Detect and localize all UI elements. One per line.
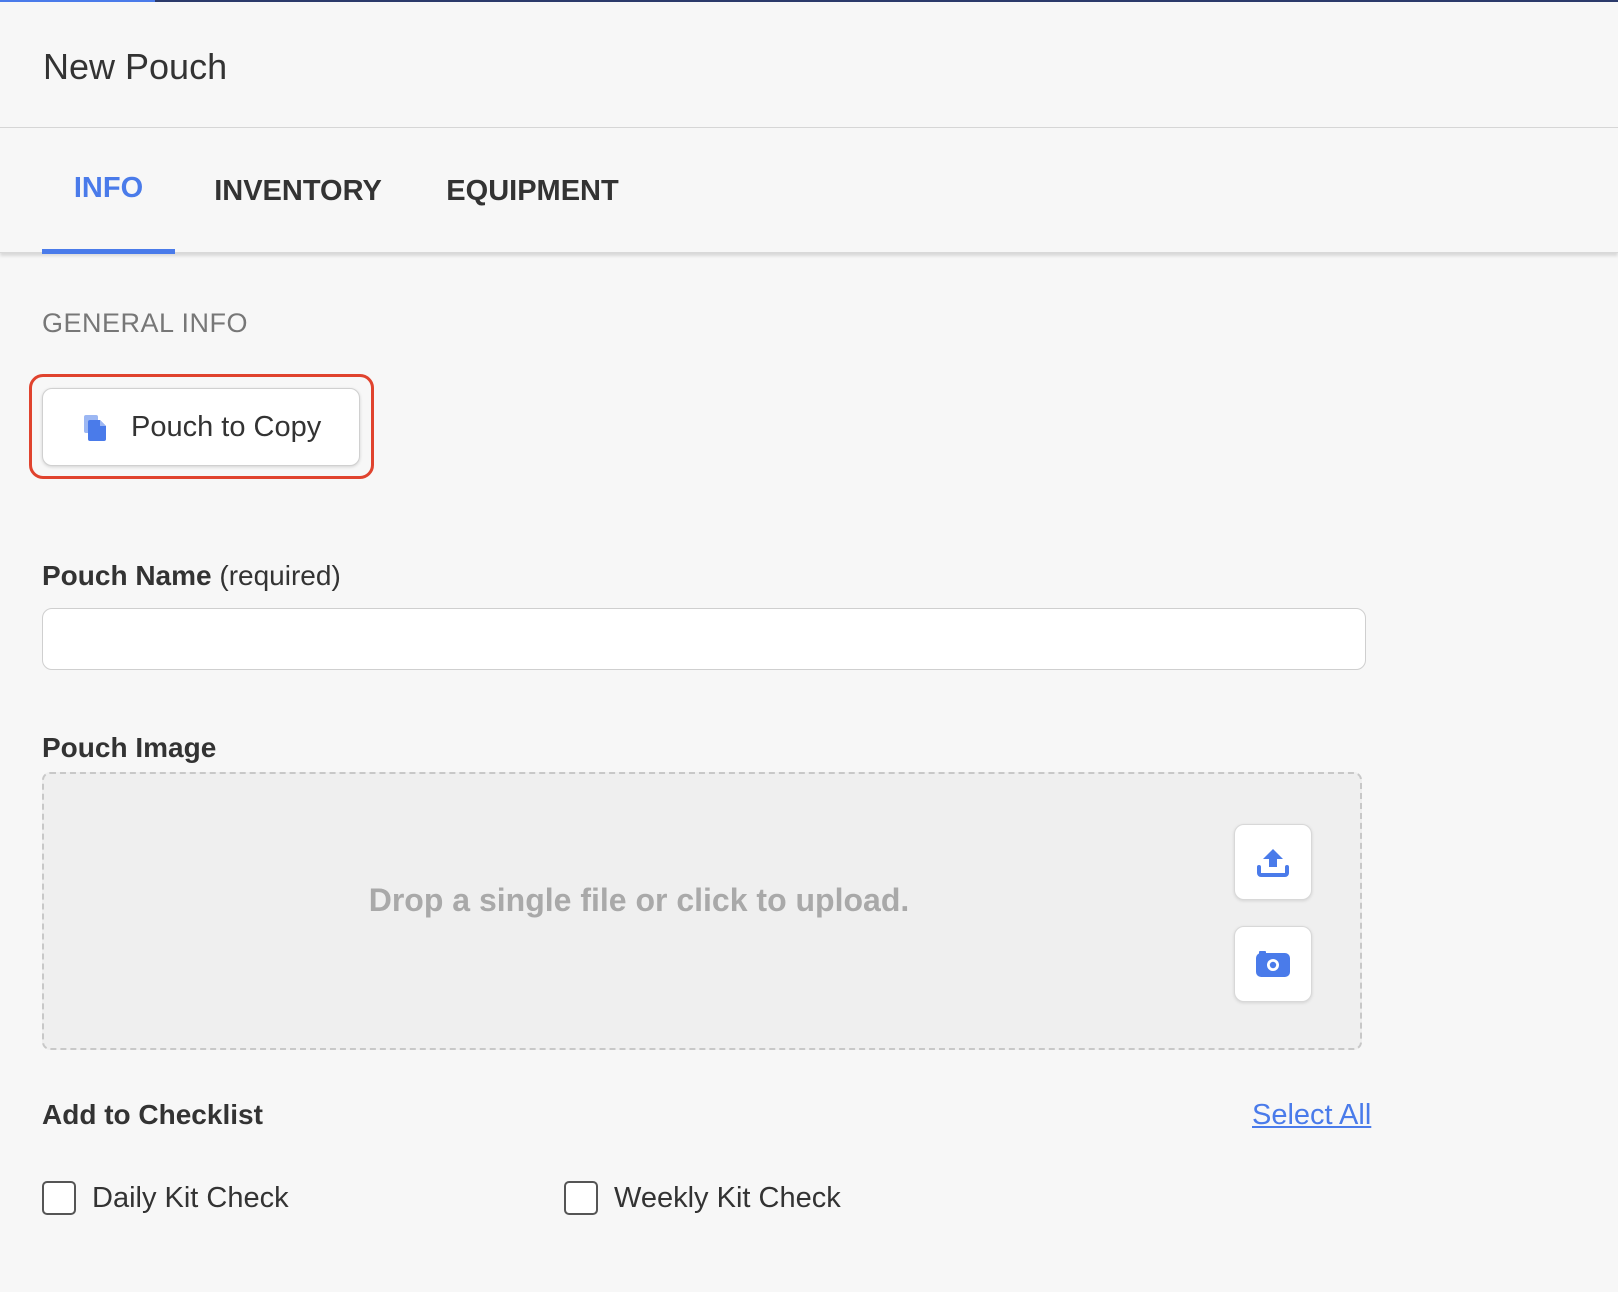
tab-inventory-label: INVENTORY <box>214 174 382 207</box>
required-indicator: (required) <box>219 560 341 591</box>
weekly-kit-check-label: Weekly Kit Check <box>614 1181 841 1214</box>
daily-kit-check-checkbox[interactable] <box>42 1181 76 1215</box>
daily-kit-check-label: Daily Kit Check <box>92 1181 289 1214</box>
tab-equipment[interactable]: EQUIPMENT <box>440 129 625 253</box>
add-to-checklist-label: Add to Checklist <box>42 1099 263 1130</box>
select-all-link[interactable]: Select All <box>1252 1099 1371 1132</box>
checklist-item-daily[interactable]: Daily Kit Check <box>42 1180 289 1216</box>
pouch-name-input[interactable] <box>42 608 1366 670</box>
weekly-kit-check-checkbox[interactable] <box>564 1181 598 1215</box>
image-dropzone[interactable]: Drop a single file or click to upload. <box>42 772 1362 1050</box>
tab-inventory[interactable]: INVENTORY <box>208 129 388 253</box>
upload-icon <box>1257 849 1289 877</box>
camera-button[interactable] <box>1234 926 1312 1002</box>
tab-equipment-label: EQUIPMENT <box>446 174 619 207</box>
checklist-item-weekly[interactable]: Weekly Kit Check <box>564 1180 841 1216</box>
upload-button[interactable] <box>1234 824 1312 900</box>
copy-document-icon <box>84 415 106 441</box>
pouch-image-label: Pouch Image <box>42 732 217 763</box>
pouch-to-copy-button[interactable]: Pouch to Copy <box>42 388 360 466</box>
camera-icon <box>1256 951 1290 977</box>
tab-info-label: INFO <box>73 171 144 204</box>
page-header: New Pouch <box>0 2 1618 128</box>
pouch-to-copy-label: Pouch to Copy <box>131 411 322 443</box>
tab-info[interactable]: INFO <box>42 129 175 254</box>
tab-bar: INFO INVENTORY EQUIPMENT <box>0 129 1618 254</box>
pouch-name-label-text: Pouch Name <box>42 560 212 591</box>
page-title: New Pouch <box>43 46 228 87</box>
pouch-name-label: Pouch Name (required) <box>42 560 341 592</box>
active-tab-indicator <box>42 249 175 254</box>
general-info-heading: GENERAL INFO <box>42 308 249 338</box>
dropzone-text: Drop a single file or click to upload. <box>368 882 910 918</box>
